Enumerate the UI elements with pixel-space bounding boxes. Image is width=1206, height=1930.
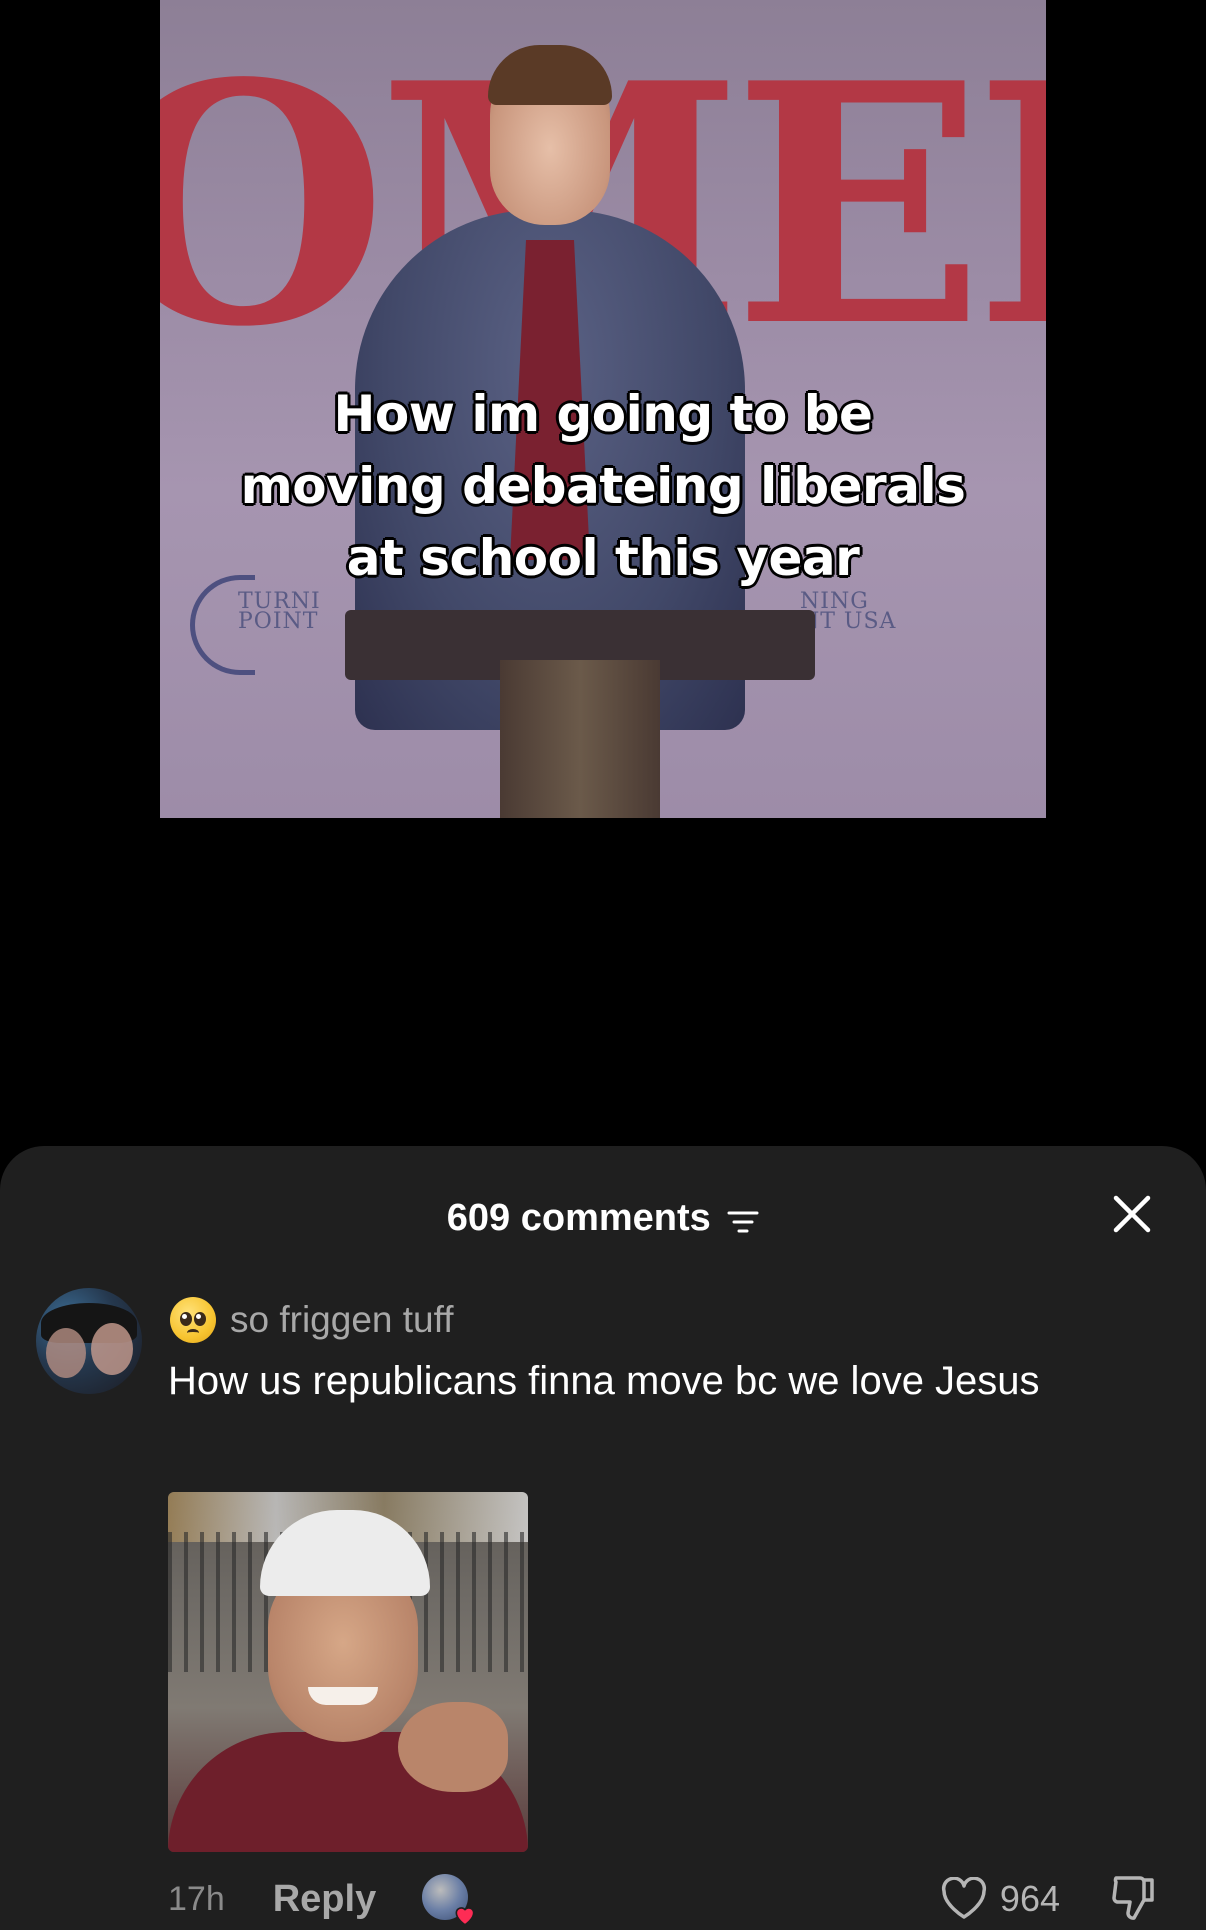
comment-author-row: so friggen tuff	[170, 1294, 454, 1346]
filter-lines-icon[interactable]	[727, 1208, 759, 1236]
comments-header: 609 comments	[0, 1188, 1206, 1248]
heart-filled-icon	[455, 1907, 475, 1926]
caption-line: at school this year	[346, 529, 860, 587]
video-caption: How im going to be moving debateing libe…	[160, 378, 1046, 594]
comment-timestamp: 17h	[168, 1879, 225, 1918]
comment-image[interactable]	[168, 1492, 528, 1852]
backdrop-logo-left: TURNI POINT	[238, 589, 321, 634]
comment-count: 609 comments	[446, 1197, 711, 1239]
close-icon[interactable]	[1110, 1192, 1154, 1236]
dislike-icon[interactable]	[1108, 1872, 1158, 1924]
comment-text: How us republicans finna move bc we love…	[168, 1359, 1040, 1403]
pleading-face-icon	[170, 1297, 216, 1343]
video-player[interactable]: OMEBAC TURNI POINT NING NT USA How im go…	[160, 0, 1046, 818]
creator-liked-badge	[422, 1874, 475, 1926]
reply-button[interactable]: Reply	[273, 1878, 376, 1921]
comment-actions: 17h Reply	[168, 1874, 475, 1926]
caption-line: How im going to be	[333, 385, 873, 443]
like-count: 964	[999, 1878, 1060, 1919]
caption-line: moving debateing liberals	[240, 457, 966, 515]
podium-stand	[500, 660, 660, 818]
username[interactable]: so friggen tuff	[230, 1299, 454, 1341]
heart-outline-icon[interactable]	[940, 1877, 988, 1921]
comments-sheet: 609 comments so friggen tuff How us repu…	[0, 1146, 1206, 1930]
avatar[interactable]	[36, 1288, 142, 1394]
like-area: 964	[940, 1872, 1060, 1926]
